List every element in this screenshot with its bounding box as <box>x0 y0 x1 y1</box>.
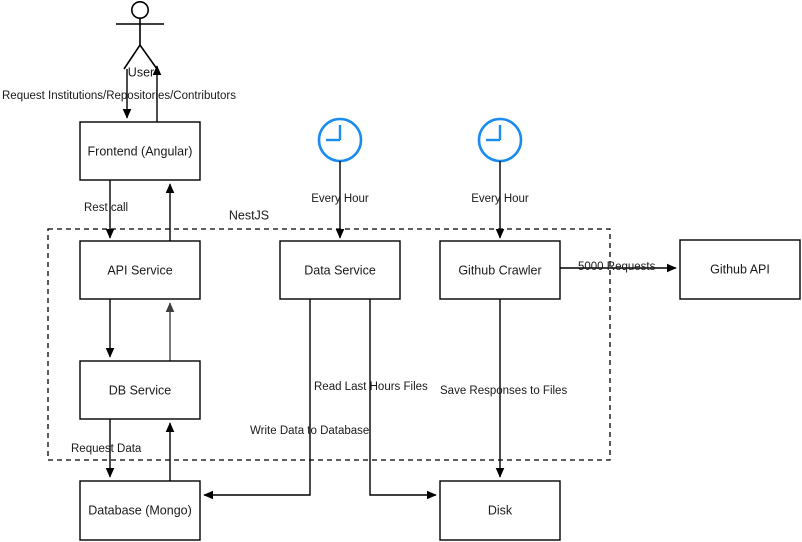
diagram-canvas: NestJS User Request Institutions/Reposit… <box>0 0 802 542</box>
edge-label-write-data: Write Data to Database <box>250 425 369 437</box>
node-db-service[interactable]: DB Service <box>79 360 201 420</box>
node-frontend[interactable]: Frontend (Angular) <box>79 121 201 181</box>
node-api-service[interactable]: API Service <box>79 240 201 300</box>
edge-data-service-to-disk <box>369 299 437 500</box>
actor-head-icon <box>131 1 150 19</box>
node-database-label: Database (Mongo) <box>88 503 192 517</box>
node-disk-label: Disk <box>488 503 513 517</box>
scheduler-data-service <box>317 117 363 163</box>
nestjs-group-label: NestJS <box>229 208 269 222</box>
edge-label-save-responses: Save Responses to Files <box>440 385 567 397</box>
edge-data-service-to-database <box>203 299 311 500</box>
edge-label-read-files: Read Last Hours Files <box>314 381 428 393</box>
actor-label: User <box>128 65 154 79</box>
node-frontend-label: Frontend (Angular) <box>88 144 193 158</box>
node-data-service-label: Data Service <box>304 263 376 277</box>
node-github-api-label: Github API <box>710 262 770 276</box>
node-github-crawler[interactable]: Github Crawler <box>439 240 561 300</box>
node-disk[interactable]: Disk <box>439 480 561 541</box>
node-db-service-label: DB Service <box>109 383 172 397</box>
scheduler-label-data-service: Every Hour <box>311 193 369 205</box>
edge-label-user-request: Request Institutions/Repositories/Contri… <box>2 90 236 102</box>
node-github-crawler-label: Github Crawler <box>458 263 541 277</box>
node-data-service[interactable]: Data Service <box>279 240 401 300</box>
edge-label-request-data: Request Data <box>71 443 142 455</box>
edge-label-5000-requests: 5000 Requests <box>578 261 656 273</box>
architecture-diagram: NestJS User Request Institutions/Reposit… <box>2 1 801 541</box>
node-api-service-label: API Service <box>107 263 172 277</box>
edge-label-rest-call: Rest call <box>84 202 128 214</box>
node-github-api[interactable]: Github API <box>679 239 801 300</box>
scheduler-label-github-crawler: Every Hour <box>471 193 529 205</box>
scheduler-github-crawler <box>477 117 523 163</box>
node-database[interactable]: Database (Mongo) <box>79 480 201 541</box>
